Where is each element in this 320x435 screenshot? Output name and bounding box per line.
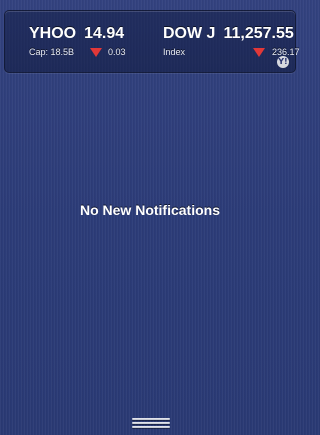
stock-price: 14.94: [84, 25, 125, 42]
no-notifications-message: No New Notifications: [79, 202, 220, 218]
grabber-line: [132, 418, 170, 420]
notification-center-grabber-handle[interactable]: [132, 418, 170, 431]
down-arrow-icon: [253, 48, 265, 57]
yahoo-logo-icon[interactable]: Y!: [277, 56, 289, 68]
grabber-line: [132, 426, 170, 428]
stock-change: 0.03: [108, 47, 126, 57]
stocks-widget[interactable]: YHOO 14.94 Cap: 18.5B 0.03 DOW J 11,257.55…: [4, 10, 300, 73]
stock-ticker-yhoo[interactable]: YHOO 14.94 Cap: 18.5B 0.03: [29, 25, 126, 58]
stock-sub-label: Index: [163, 47, 186, 57]
down-arrow-icon: [90, 48, 102, 57]
stock-sub-label: Cap: 18.5B: [29, 47, 75, 57]
stock-ticker-dow[interactable]: DOW J 11,257.55 Index 236.17: [163, 25, 300, 58]
grabber-line: [132, 422, 170, 424]
stock-symbol: DOW J: [163, 25, 216, 42]
stock-symbol: YHOO: [29, 25, 77, 42]
stock-price: 11,257.55: [223, 25, 294, 42]
